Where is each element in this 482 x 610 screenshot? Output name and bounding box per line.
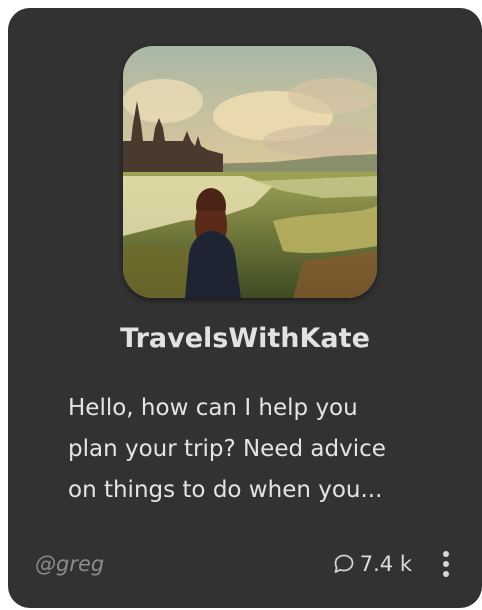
more-vertical-icon bbox=[443, 551, 449, 577]
author-handle[interactable]: @greg bbox=[35, 550, 104, 578]
description-line: Hello, how can I help you bbox=[68, 395, 358, 421]
more-options-button[interactable] bbox=[438, 546, 454, 582]
chat-count: 7.4 k bbox=[359, 552, 412, 576]
chat-bubble-icon bbox=[334, 554, 354, 573]
description-line: on things to do when you... bbox=[68, 477, 383, 503]
chat-count-stat: 7.4 k bbox=[332, 550, 412, 578]
card-footer: @greg 7.4 k bbox=[8, 544, 482, 584]
bot-card[interactable]: TravelsWithKate Hello, how can I help yo… bbox=[8, 8, 482, 608]
bot-description: Hello, how can I help you plan your trip… bbox=[68, 388, 458, 511]
bot-name: TravelsWithKate bbox=[120, 323, 370, 354]
bot-avatar bbox=[123, 46, 377, 298]
description-line: plan your trip? Need advice bbox=[68, 436, 386, 462]
